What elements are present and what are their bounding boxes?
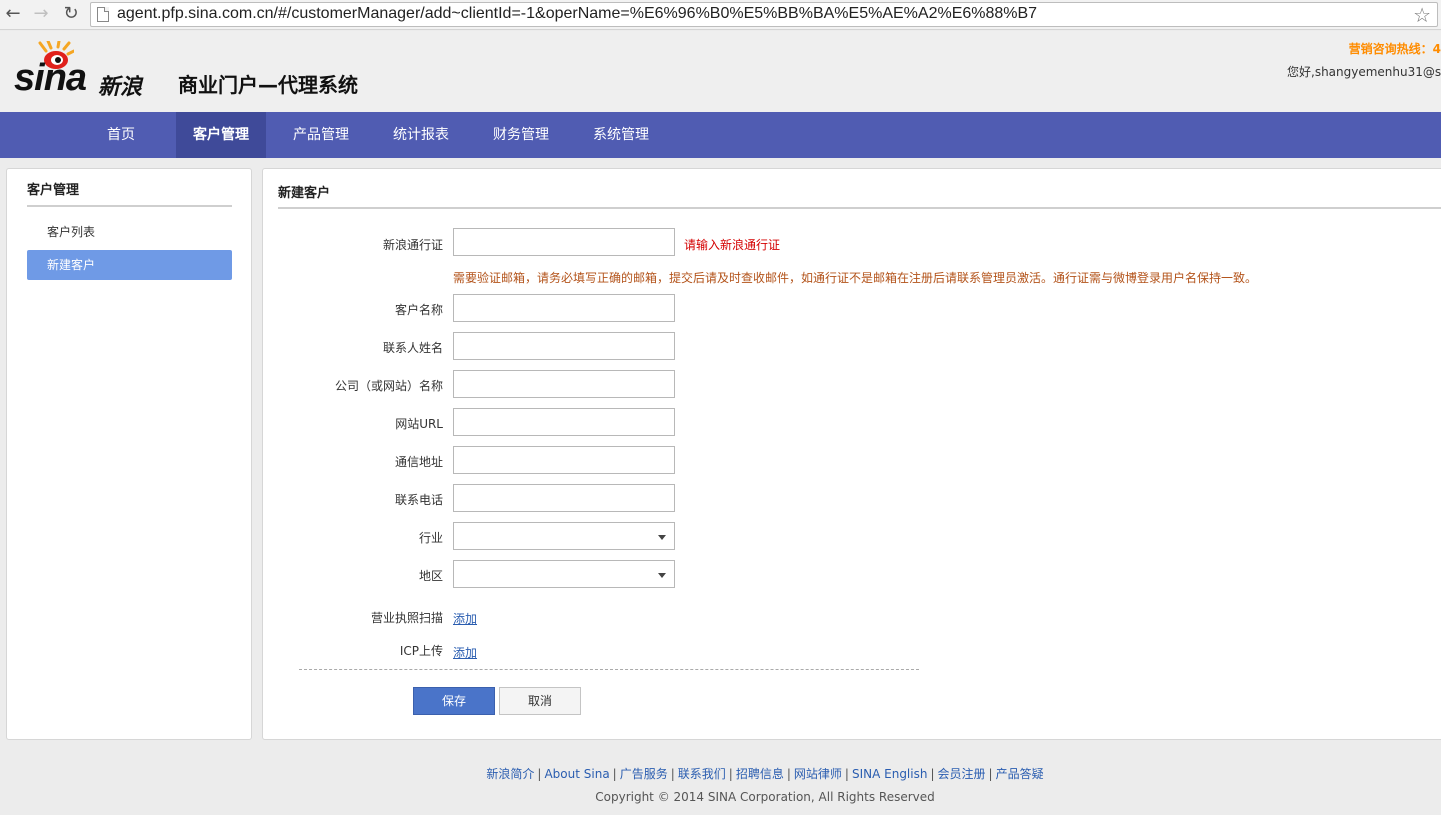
industry-select[interactable] <box>453 522 675 550</box>
contact-name-input[interactable] <box>453 332 675 360</box>
copyright: Copyright © 2014 SINA Corporation, All R… <box>595 790 935 804</box>
phone-label: 联系电话 <box>394 493 443 507</box>
nav-product-management[interactable]: 产品管理 <box>276 112 366 158</box>
footer-separator: | <box>612 767 617 781</box>
address-input[interactable] <box>453 446 675 474</box>
url-text[interactable]: agent.pfp.sina.com.cn/#/customerManager/… <box>117 5 1037 23</box>
sidebar-divider <box>27 205 232 207</box>
customer-name-label: 客户名称 <box>394 303 443 317</box>
footer-link-faq[interactable]: 产品答疑 <box>996 767 1044 781</box>
main-nav: 首页 客户管理 产品管理 统计报表 财务管理 系统管理 <box>0 112 1441 158</box>
forward-icon[interactable]: → <box>30 3 52 25</box>
footer-link-jobs[interactable]: 招聘信息 <box>736 767 784 781</box>
sales-hotline: 营销咨询热线：4 <box>1348 42 1441 56</box>
sidebar: 客户管理 客户列表 新建客户 <box>6 168 252 740</box>
save-button[interactable]: 保存 <box>413 687 495 715</box>
nav-statistics[interactable]: 统计报表 <box>376 112 466 158</box>
cancel-button[interactable]: 取消 <box>499 687 581 715</box>
company-name-label: 公司（或网站）名称 <box>334 379 443 393</box>
footer-separator: | <box>930 767 935 781</box>
chevron-down-icon <box>658 573 666 578</box>
website-url-label: 网站URL <box>395 417 443 431</box>
page-title: 新建客户 <box>278 186 331 201</box>
user-greeting: 您好,shangyemenhu31@sin <box>1287 65 1441 79</box>
site-header: sina 新浪 商业门户—代理系统 营销咨询热线：4 您好,shangyemen… <box>0 31 1441 112</box>
nav-finance[interactable]: 财务管理 <box>476 112 566 158</box>
footer-link-sina-english[interactable]: SINA English <box>852 767 928 781</box>
contact-name-label: 联系人姓名 <box>382 341 443 355</box>
footer-link-legal[interactable]: 网站律师 <box>794 767 842 781</box>
address-bar[interactable]: agent.pfp.sina.com.cn/#/customerManager/… <box>90 2 1438 27</box>
browser-toolbar: ← → ↻ agent.pfp.sina.com.cn/#/customerMa… <box>0 0 1441 30</box>
footer-link-ad-service[interactable]: 广告服务 <box>620 767 668 781</box>
website-url-input[interactable] <box>453 408 675 436</box>
footer-separator: | <box>988 767 993 781</box>
passport-error: 请输入新浪通行证 <box>684 238 781 252</box>
nav-home[interactable]: 首页 <box>76 112 166 158</box>
sidebar-title: 客户管理 <box>27 183 80 198</box>
title-divider <box>278 207 1441 209</box>
passport-hint: 需要验证邮箱，请务必填写正确的邮箱，提交后请及时查收邮件，如通行证不是邮箱在注册… <box>453 271 1258 285</box>
nav-customer-management[interactable]: 客户管理 <box>176 112 266 158</box>
sidebar-item-customer-list[interactable]: 客户列表 <box>27 217 232 247</box>
footer-separator: | <box>537 767 542 781</box>
company-name-input[interactable] <box>453 370 675 398</box>
icp-upload-add-link[interactable]: 添加 <box>453 644 477 661</box>
logo-chinese: 新浪 <box>98 75 143 100</box>
customer-name-input[interactable] <box>453 294 675 322</box>
footer-separator: | <box>670 767 675 781</box>
license-scan-label: 营业执照扫描 <box>370 611 443 625</box>
nav-system[interactable]: 系统管理 <box>576 112 666 158</box>
footer-separator: | <box>728 767 733 781</box>
footer-separator: | <box>786 767 791 781</box>
phone-input[interactable] <box>453 484 675 512</box>
reload-icon[interactable]: ↻ <box>60 3 82 25</box>
region-select[interactable] <box>453 560 675 588</box>
passport-input[interactable] <box>453 228 675 256</box>
bookmark-star-icon[interactable]: ☆ <box>1413 3 1431 27</box>
site-title: 商业门户—代理系统 <box>178 73 358 97</box>
address-label: 通信地址 <box>394 455 443 469</box>
footer-separator: | <box>844 767 849 781</box>
icp-upload-label: ICP上传 <box>399 644 443 658</box>
form-divider <box>299 669 919 670</box>
industry-label: 行业 <box>418 531 443 545</box>
license-scan-add-link[interactable]: 添加 <box>453 610 477 627</box>
passport-label: 新浪通行证 <box>382 238 443 252</box>
sidebar-item-new-customer[interactable]: 新建客户 <box>27 250 232 280</box>
footer-links: 新浪简介 | About Sina | 广告服务 | 联系我们 | 招聘信息 | 网站律师 | SINA… <box>0 765 1441 782</box>
footer-link-contact[interactable]: 联系我们 <box>678 767 726 781</box>
footer-link-register[interactable]: 会员注册 <box>938 767 986 781</box>
logo-wordmark: sina <box>14 57 87 99</box>
footer-link-about-sina[interactable]: About Sina <box>544 767 609 781</box>
back-icon[interactable]: ← <box>2 3 24 25</box>
page-icon <box>97 7 109 22</box>
new-customer-panel: 新建客户 新浪通行证 请输入新浪通行证 需要验证邮箱，请务必填写正确的邮箱，提交… <box>262 168 1441 740</box>
sina-logo[interactable]: sina 新浪 <box>14 39 164 100</box>
region-label: 地区 <box>418 569 443 583</box>
footer-link-about-cn[interactable]: 新浪简介 <box>486 767 534 781</box>
chevron-down-icon <box>658 535 666 540</box>
